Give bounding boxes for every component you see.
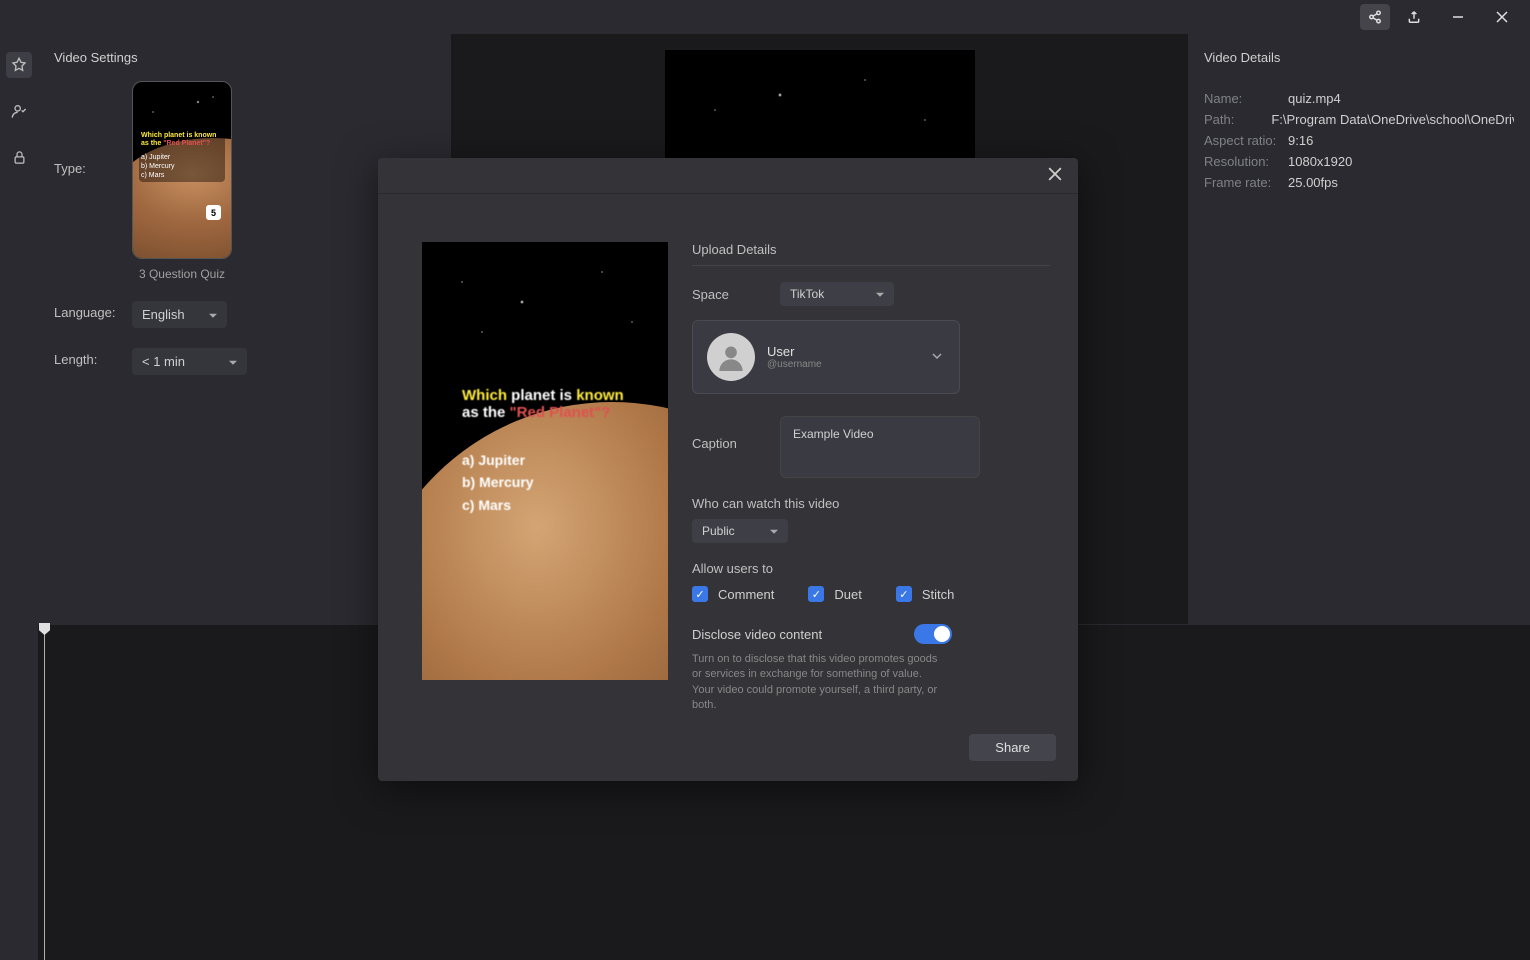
chevron-down-icon (931, 350, 943, 365)
caption-input[interactable] (780, 416, 980, 478)
modal-backdrop: Which planet is known as the "Red Planet… (0, 0, 1530, 960)
disclose-toggle[interactable] (914, 624, 952, 644)
checkbox-icon: ✓ (692, 586, 708, 602)
disclose-label: Disclose video content (692, 627, 822, 642)
check-duet[interactable]: ✓ Duet (808, 586, 861, 602)
user-name: User (767, 344, 822, 359)
visibility-select[interactable]: Public (692, 519, 788, 543)
disclose-description: Turn on to disclose that this video prom… (692, 652, 942, 714)
check-stitch[interactable]: ✓ Stitch (896, 586, 955, 602)
user-handle: @username (767, 359, 822, 370)
avatar (707, 333, 755, 381)
upload-preview: Which planet is known as the "Red Planet… (422, 242, 668, 680)
space-select[interactable]: TikTok (780, 282, 894, 306)
modal-close-button[interactable] (1042, 161, 1068, 190)
close-icon (1048, 167, 1062, 181)
share-button[interactable]: Share (969, 734, 1056, 761)
watch-label: Who can watch this video (692, 496, 1050, 511)
user-select[interactable]: User @username (692, 320, 960, 394)
upload-modal: Which planet is known as the "Red Planet… (378, 158, 1078, 781)
check-comment[interactable]: ✓ Comment (692, 586, 774, 602)
space-label: Space (692, 287, 780, 302)
caption-label: Caption (692, 416, 780, 451)
checkbox-icon: ✓ (808, 586, 824, 602)
checkbox-icon: ✓ (896, 586, 912, 602)
upload-section-title: Upload Details (692, 242, 1050, 266)
allow-label: Allow users to (692, 561, 1050, 576)
